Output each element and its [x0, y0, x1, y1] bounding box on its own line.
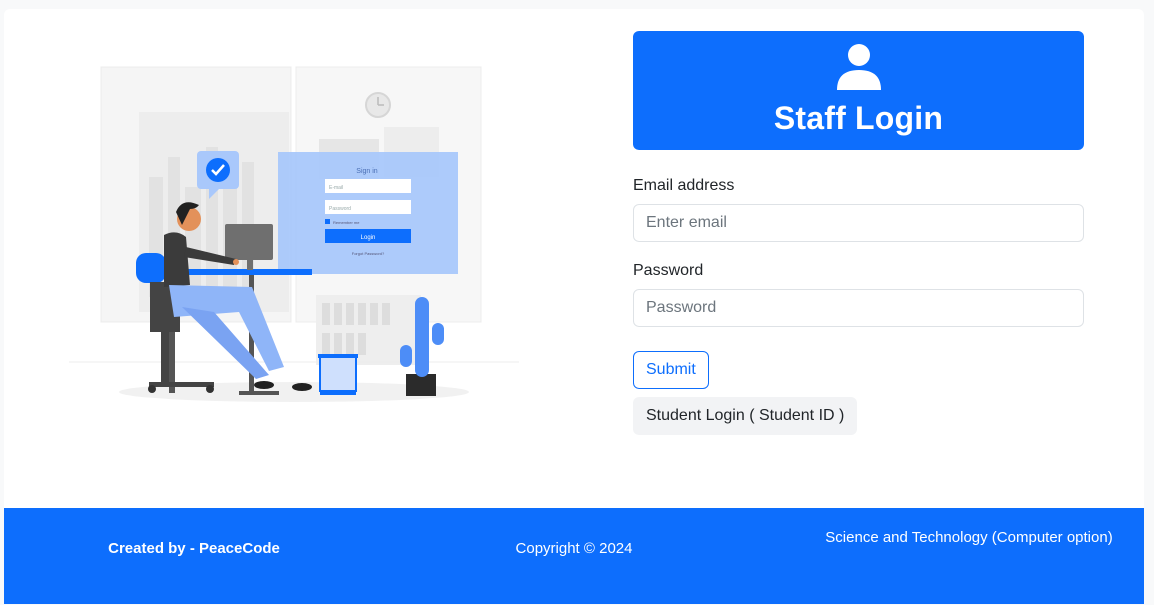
main-card: Sign in E-mail Password Remember me Logi…: [4, 9, 1144, 509]
svg-text:Forgot Password?: Forgot Password?: [352, 251, 385, 256]
submit-button[interactable]: Submit: [633, 351, 709, 389]
svg-text:Sign in: Sign in: [356, 168, 378, 175]
svg-text:Remember me: Remember me: [333, 220, 360, 225]
email-input[interactable]: [633, 204, 1084, 242]
password-input[interactable]: [633, 289, 1084, 327]
footer: Created by - PeaceCode Copyright © 2024 …: [4, 508, 1144, 604]
footer-copyright: Copyright © 2024: [515, 540, 633, 557]
login-header: Staff Login: [633, 31, 1084, 150]
footer-department: Science and Technology (Computer option): [825, 529, 1113, 546]
svg-text:Login: Login: [361, 235, 376, 241]
student-login-button[interactable]: Student Login ( Student ID ): [633, 397, 858, 435]
login-illustration: Sign in E-mail Password Remember me Logi…: [69, 66, 519, 402]
password-label: Password: [633, 262, 704, 279]
page-title: Staff Login: [773, 100, 944, 136]
login-panel: Staff Login Email address Password Submi…: [633, 31, 1084, 435]
footer-credit: Created by - PeaceCode: [108, 540, 280, 557]
email-label: Email address: [633, 177, 735, 194]
svg-text:E-mail: E-mail: [329, 185, 343, 191]
svg-text:Password: Password: [329, 206, 351, 212]
user-icon: [836, 44, 881, 90]
